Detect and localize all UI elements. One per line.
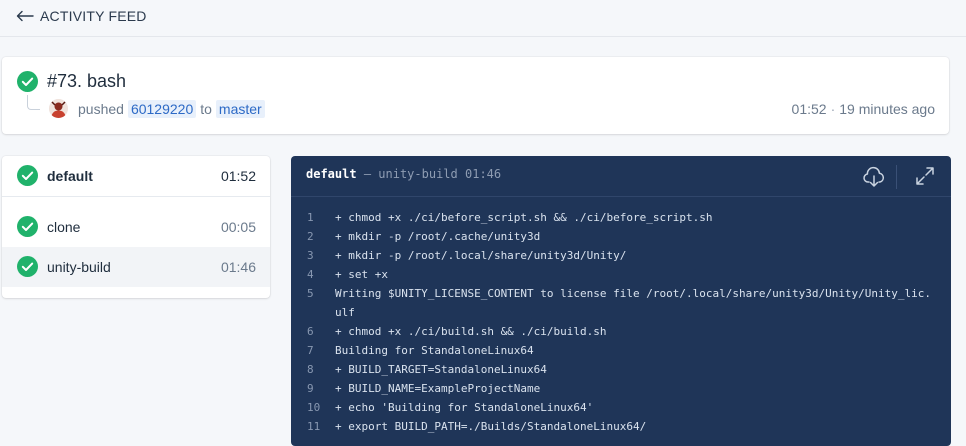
line-number: 1	[307, 211, 314, 224]
line-text: + BUILD_NAME=ExampleProjectName	[335, 382, 541, 395]
log-dash: —	[363, 167, 372, 181]
log-line: 4 + set +x	[291, 265, 951, 284]
log-step-name: unity-build	[378, 167, 458, 181]
back-label: ACTIVITY FEED	[40, 8, 147, 24]
line-text: + mkdir -p /root/.local/share/unity3d/Un…	[335, 249, 627, 262]
top-bar: ACTIVITY FEED	[0, 0, 966, 37]
line-text: Building for StandaloneLinux64	[335, 344, 534, 357]
action-label: pushed	[78, 101, 124, 117]
build-timing: 01:52 · 19 minutes ago	[792, 101, 935, 117]
step-duration: 01:46	[220, 259, 256, 275]
log-line: 5 Writing $UNITY_LICENSE_CONTENT to licen…	[291, 284, 951, 322]
log-stage-name: default	[306, 167, 357, 181]
log-line: 8 + BUILD_TARGET=StandaloneLinux64	[291, 360, 951, 379]
line-text: + chmod +x ./ci/before_script.sh && ./ci…	[335, 211, 713, 224]
line-number: 8	[307, 363, 314, 376]
step-row-unity-build[interactable]: unity-build 01:46	[2, 247, 270, 287]
log-title: default — unity-build 01:46	[306, 167, 501, 181]
step-duration: 00:05	[220, 219, 256, 235]
cloud-download-icon[interactable]	[862, 165, 886, 194]
step-row-clone[interactable]: clone 00:05	[2, 207, 270, 247]
success-check-icon	[17, 216, 38, 242]
stages-sidebar: default 01:52 clone 00:05 unity-build 01…	[2, 156, 270, 298]
avatar	[49, 99, 68, 118]
commit-link[interactable]: 60129220	[127, 100, 197, 118]
log-line: 3 + mkdir -p /root/.local/share/unity3d/U…	[291, 246, 951, 265]
stage-duration: 01:52	[220, 168, 256, 184]
line-number: 4	[307, 268, 314, 281]
step-name: clone	[47, 219, 81, 235]
expand-icon[interactable]	[914, 165, 936, 192]
line-number: 7	[307, 344, 314, 357]
line-text: + set +x	[335, 268, 388, 281]
log-line: 2 + mkdir -p /root/.cache/unity3d	[291, 227, 951, 246]
build-duration: 01:52	[791, 101, 827, 117]
log-output: 1 + chmod +x ./ci/before_script.sh && ./c…	[291, 208, 951, 436]
log-line: 10 + echo 'Building for StandaloneLinux64…	[291, 398, 951, 417]
line-number: 2	[307, 230, 314, 243]
line-number: 6	[307, 325, 314, 338]
success-check-icon	[17, 165, 38, 191]
stage-row-default[interactable]: default 01:52	[2, 156, 270, 197]
to-label: to	[200, 101, 212, 117]
log-header: default — unity-build 01:46	[291, 156, 951, 197]
separator-dot: ·	[830, 101, 836, 117]
log-panel: default — unity-build 01:46 1 + chmod +x …	[291, 156, 951, 446]
build-title: #73. bash	[47, 71, 127, 91]
log-duration: 01:46	[465, 167, 502, 181]
log-line: 9 + BUILD_NAME=ExampleProjectName	[291, 379, 951, 398]
line-number: 10	[307, 401, 321, 414]
line-text: + mkdir -p /root/.cache/unity3d	[335, 230, 541, 243]
line-text: Writing $UNITY_LICENSE_CONTENT to licens…	[335, 287, 932, 319]
commit-info: pushed 60129220 to master	[78, 100, 265, 118]
log-line: 11 + export BUILD_PATH=./Builds/Standalon…	[291, 417, 951, 436]
line-number: 5	[307, 287, 314, 300]
line-text: + chmod +x ./ci/build.sh && ./ci/build.s…	[335, 325, 607, 338]
log-line: 6 + chmod +x ./ci/build.sh && ./ci/build.…	[291, 322, 951, 341]
log-line: 7 Building for StandaloneLinux64	[291, 341, 951, 360]
build-header-card: #73. bash pushed 60129220 to master 01:5…	[2, 57, 949, 134]
log-line: 1 + chmod +x ./ci/before_script.sh && ./c…	[291, 208, 951, 227]
line-text: + BUILD_TARGET=StandaloneLinux64	[335, 363, 547, 376]
back-to-activity-feed-link[interactable]: ACTIVITY FEED	[16, 6, 147, 26]
line-number: 3	[307, 249, 314, 262]
build-time-ago: 19 minutes ago	[839, 101, 935, 117]
header-divider	[896, 165, 897, 189]
line-number: 9	[307, 382, 314, 395]
arrow-left-icon	[16, 10, 34, 22]
step-name: unity-build	[47, 259, 111, 275]
line-text: + echo 'Building for StandaloneLinux64'	[335, 401, 594, 414]
line-text: + export BUILD_PATH=./Builds/StandaloneL…	[335, 420, 647, 433]
line-number: 11	[307, 420, 321, 433]
success-check-icon	[17, 256, 38, 282]
stage-name: default	[47, 168, 93, 184]
tree-connector	[27, 95, 40, 110]
branch-link[interactable]: master	[215, 100, 265, 118]
success-check-icon	[17, 71, 38, 97]
